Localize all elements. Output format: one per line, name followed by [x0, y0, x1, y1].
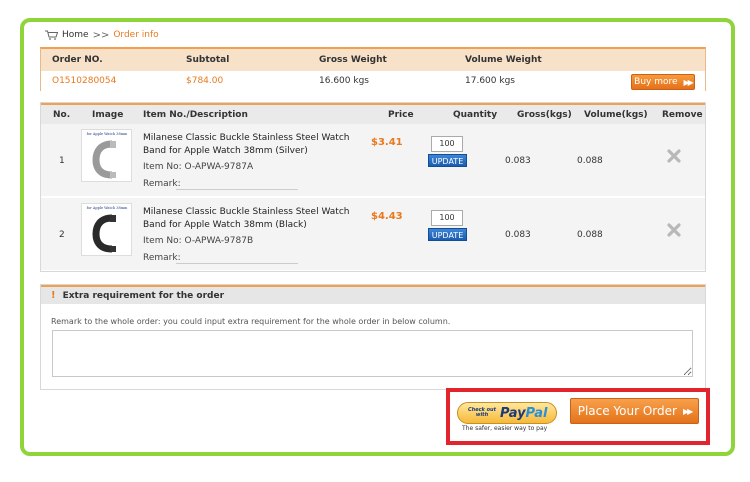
remark-input[interactable]: [176, 189, 298, 190]
order-remark-textarea[interactable]: [52, 330, 693, 377]
double-arrow-icon: ▶▶: [683, 77, 694, 87]
remark-label: Remark:: [143, 253, 181, 263]
row-number: 1: [59, 156, 65, 166]
item-gross: 0.083: [505, 230, 531, 240]
paypal-logo-pal: Pal: [525, 405, 548, 421]
item-price: $4.43: [371, 211, 403, 222]
item-number: Item No: O-APWA-9787A: [143, 162, 254, 172]
item-description: Milanese Classic Buckle Stainless Steel …: [143, 207, 350, 230]
header-subtotal: Subtotal: [186, 55, 230, 65]
col-volume: Volume(kgs): [584, 110, 648, 120]
summary-row: O1510280054 $784.00 16.600 kgs 17.600 kg…: [41, 71, 705, 91]
quantity-input[interactable]: 100: [431, 210, 463, 226]
remark-input[interactable]: [176, 263, 298, 264]
col-no: No.: [53, 110, 71, 120]
extra-hint: Remark to the whole order: you could inp…: [51, 317, 451, 326]
col-quantity: Quantity: [453, 110, 498, 120]
product-image[interactable]: for Apple Watch 38mm: [81, 203, 132, 256]
col-price: Price: [388, 110, 414, 120]
exclamation-icon: !: [51, 290, 56, 301]
double-arrow-icon: ▶▶: [682, 406, 693, 416]
update-button[interactable]: UPDATE: [428, 228, 467, 241]
row-number: 2: [59, 230, 65, 240]
table-row: 2 for Apple Watch 38mm Milanese Classic …: [41, 198, 705, 271]
col-image: Image: [92, 110, 124, 120]
breadcrumb-home[interactable]: Home: [62, 30, 89, 40]
paypal-logo-pay: Pay: [500, 405, 526, 421]
item-volume: 0.088: [577, 230, 603, 240]
item-price: $3.41: [371, 137, 403, 148]
place-order-button[interactable]: Place Your Order ▶▶: [570, 398, 699, 424]
header-volume-weight: Volume Weight: [465, 55, 542, 65]
summary-header: Order NO. Subtotal Gross Weight Volume W…: [41, 49, 705, 71]
product-image[interactable]: for Apple Watch 38mm: [81, 129, 132, 182]
update-button[interactable]: UPDATE: [428, 154, 467, 167]
cart-icon: [45, 30, 58, 40]
remove-icon[interactable]: [667, 223, 681, 237]
gross-weight-value: 16.600 kgs: [319, 76, 369, 86]
header-gross-weight: Gross Weight: [319, 55, 387, 65]
col-description: Item No./Description: [143, 110, 248, 120]
breadcrumb-current: Order info: [113, 30, 159, 40]
col-remove: Remove: [662, 110, 703, 120]
col-gross: Gross(kgs): [517, 110, 572, 120]
item-number: Item No: O-APWA-9787B: [143, 236, 254, 246]
paypal-small-label: Check out with: [467, 407, 497, 418]
extra-title: Extra requirement for the order: [62, 290, 225, 301]
buy-more-label: Buy more: [634, 77, 678, 87]
place-order-label: Place Your Order: [577, 404, 677, 418]
buy-more-button[interactable]: Buy more ▶▶: [631, 74, 695, 90]
paypal-checkout-button[interactable]: Check out with PayPal: [457, 402, 557, 424]
table-row: 1 for Apple Watch 38mm Milanese Classic …: [41, 124, 705, 197]
volume-weight-value: 17.600 kgs: [465, 76, 515, 86]
header-order-no: Order NO.: [52, 55, 103, 65]
item-volume: 0.088: [577, 156, 603, 166]
extra-requirement-panel: ! Extra requirement for the order Remark…: [40, 284, 706, 390]
breadcrumb: Home >> Order info: [45, 28, 159, 42]
table-header: No. Image Item No./Description Price Qua…: [41, 103, 705, 124]
items-table: No. Image Item No./Description Price Qua…: [40, 102, 706, 272]
order-number: O1510280054: [52, 76, 117, 86]
order-summary: Order NO. Subtotal Gross Weight Volume W…: [40, 47, 706, 91]
watch-band-icon: [92, 214, 116, 253]
paypal-tagline: The safer, easier way to pay: [462, 425, 548, 432]
remove-icon[interactable]: [667, 149, 681, 163]
item-gross: 0.083: [505, 156, 531, 166]
item-description: Milanese Classic Buckle Stainless Steel …: [143, 133, 350, 156]
paypal-logo: PayPal: [500, 406, 547, 421]
extra-header: ! Extra requirement for the order: [41, 285, 705, 304]
quantity-input[interactable]: 100: [431, 136, 463, 152]
remark-label: Remark:: [143, 179, 181, 189]
subtotal-value: $784.00: [186, 76, 224, 86]
breadcrumb-separator: >>: [92, 29, 110, 41]
watch-band-icon: [92, 140, 116, 179]
